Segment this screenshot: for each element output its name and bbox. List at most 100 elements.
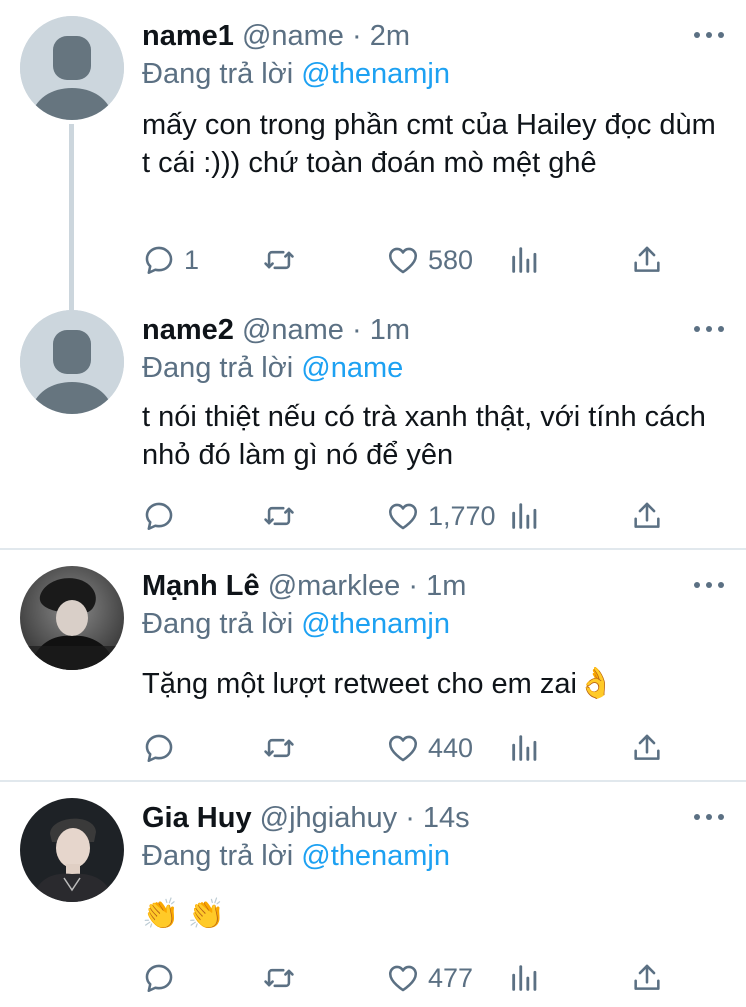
reply-icon bbox=[145, 502, 173, 531]
tweet-header: Mạnh Lê @marklee · 1m bbox=[142, 568, 666, 604]
more-icon[interactable] bbox=[694, 570, 724, 600]
analytics-icon bbox=[512, 735, 537, 761]
reply-button[interactable] bbox=[142, 728, 184, 768]
reply-icon bbox=[145, 246, 173, 275]
display-name[interactable]: Mạnh Lê bbox=[142, 570, 260, 602]
avatar[interactable] bbox=[20, 16, 124, 120]
analytics-button[interactable] bbox=[508, 496, 542, 536]
retweet-icon bbox=[264, 968, 294, 988]
reply-button[interactable] bbox=[142, 958, 184, 998]
timestamp[interactable]: 2m bbox=[370, 20, 410, 52]
more-icon[interactable] bbox=[694, 20, 724, 50]
replying-to: Đang trả lời @thenamjn bbox=[142, 838, 450, 874]
action-bar: 440 bbox=[142, 728, 682, 768]
avatar[interactable] bbox=[20, 798, 124, 902]
display-name[interactable]: name2 bbox=[142, 314, 234, 346]
share-button[interactable] bbox=[630, 496, 664, 536]
replying-label: Đang trả lời bbox=[142, 840, 294, 872]
analytics-icon bbox=[512, 247, 537, 273]
separator-dot: · bbox=[408, 570, 419, 602]
retweet-button[interactable] bbox=[262, 728, 296, 768]
like-count: 1,770 bbox=[428, 500, 496, 531]
tweet-header: name2 @name · 1m bbox=[142, 312, 666, 348]
tweet-header: Gia Huy @jhgiahuy · 14s bbox=[142, 800, 666, 836]
timestamp[interactable]: 14s bbox=[423, 802, 470, 834]
action-bar: 1,770 bbox=[142, 496, 682, 536]
display-name[interactable]: Gia Huy bbox=[142, 802, 252, 834]
share-button[interactable] bbox=[630, 958, 664, 998]
tweet-header: name1 @name · 2m bbox=[142, 18, 666, 54]
like-button[interactable]: 1,770 bbox=[386, 496, 496, 536]
tweet-text: Tặng một lượt retweet cho em zai👌 bbox=[142, 665, 727, 703]
tweet-3[interactable]: Mạnh Lê @marklee · 1m Đang trả lời @then… bbox=[0, 550, 746, 780]
user-handle[interactable]: @name bbox=[242, 20, 344, 52]
reply-button[interactable]: 1 bbox=[142, 240, 199, 280]
like-icon bbox=[388, 965, 418, 992]
like-count: 580 bbox=[428, 244, 474, 275]
user-handle[interactable]: @jhgiahuy bbox=[260, 802, 397, 834]
separator-dot: · bbox=[352, 20, 362, 52]
timestamp[interactable]: 1m bbox=[370, 314, 410, 346]
like-count: 440 bbox=[428, 732, 474, 763]
more-icon[interactable] bbox=[694, 314, 724, 344]
tweet-2[interactable]: name2 @name · 1m Đang trả lời @name t nó… bbox=[0, 300, 746, 548]
share-button[interactable] bbox=[630, 240, 664, 280]
reply-mention-link[interactable]: @thenamjn bbox=[301, 58, 450, 90]
share-icon bbox=[634, 246, 660, 272]
user-handle[interactable]: @name bbox=[242, 314, 344, 346]
reply-mention-link[interactable]: @thenamjn bbox=[301, 608, 450, 640]
like-icon bbox=[388, 247, 418, 274]
display-name[interactable]: name1 bbox=[142, 20, 234, 52]
reply-icon bbox=[145, 964, 173, 993]
retweet-button[interactable] bbox=[262, 496, 296, 536]
tweet-text: 👏 👏 bbox=[142, 898, 226, 931]
separator-dot: · bbox=[352, 314, 362, 346]
like-button[interactable]: 580 bbox=[386, 240, 473, 280]
replying-label: Đang trả lời bbox=[142, 608, 294, 640]
tweet-4[interactable]: Gia Huy @jhgiahuy · 14s Đang trả lời @th… bbox=[0, 782, 746, 1007]
analytics-button[interactable] bbox=[508, 958, 542, 998]
avatar[interactable] bbox=[20, 566, 124, 670]
retweet-icon bbox=[264, 738, 294, 758]
separator-dot: · bbox=[405, 802, 415, 834]
retweet-button[interactable] bbox=[262, 240, 296, 280]
reply-mention-link[interactable]: @name bbox=[301, 352, 403, 384]
retweet-button[interactable] bbox=[262, 958, 296, 998]
tweet-text: t nói thiệt nếu có trà xanh thật, với tí… bbox=[142, 401, 706, 471]
tweet-1[interactable]: name1 @name · 2m Đang trả lời @thenamjn … bbox=[0, 0, 746, 310]
tweet-text: mấy con trong phần cmt của Hailey đọc dù… bbox=[142, 109, 716, 179]
share-button[interactable] bbox=[630, 728, 664, 768]
analytics-icon bbox=[512, 503, 537, 529]
share-icon bbox=[634, 502, 660, 528]
default-avatar-icon bbox=[20, 310, 124, 414]
like-button[interactable]: 440 bbox=[386, 728, 473, 768]
ok-hand-emoji: 👌 bbox=[576, 667, 615, 700]
user-handle[interactable]: @marklee bbox=[268, 570, 401, 602]
reply-button[interactable] bbox=[142, 496, 184, 536]
like-icon bbox=[388, 503, 418, 530]
retweet-icon bbox=[264, 250, 294, 270]
share-icon bbox=[634, 734, 660, 760]
reply-mention-link[interactable]: @thenamjn bbox=[301, 840, 450, 872]
analytics-button[interactable] bbox=[508, 240, 542, 280]
default-avatar-icon bbox=[20, 16, 124, 120]
user-photo-avatar bbox=[20, 566, 124, 670]
analytics-icon bbox=[512, 965, 537, 991]
tweet-text-content: Tặng một lượt retweet cho em zai bbox=[142, 668, 577, 700]
timestamp[interactable]: 1m bbox=[426, 570, 466, 602]
reply-icon bbox=[145, 734, 173, 763]
user-photo-avatar bbox=[20, 798, 124, 902]
action-bar: 1 580 bbox=[142, 240, 682, 280]
more-icon[interactable] bbox=[694, 802, 724, 832]
like-button[interactable]: 477 bbox=[386, 958, 473, 998]
avatar[interactable] bbox=[20, 310, 124, 414]
analytics-button[interactable] bbox=[508, 728, 542, 768]
like-icon bbox=[388, 735, 418, 762]
thread-line bbox=[69, 124, 74, 310]
replying-to: Đang trả lời @name bbox=[142, 350, 403, 386]
reply-count: 1 bbox=[184, 244, 200, 275]
like-count: 477 bbox=[428, 962, 474, 993]
action-bar: 477 bbox=[142, 958, 682, 998]
replying-label: Đang trả lời bbox=[142, 352, 294, 384]
share-icon bbox=[634, 964, 660, 990]
